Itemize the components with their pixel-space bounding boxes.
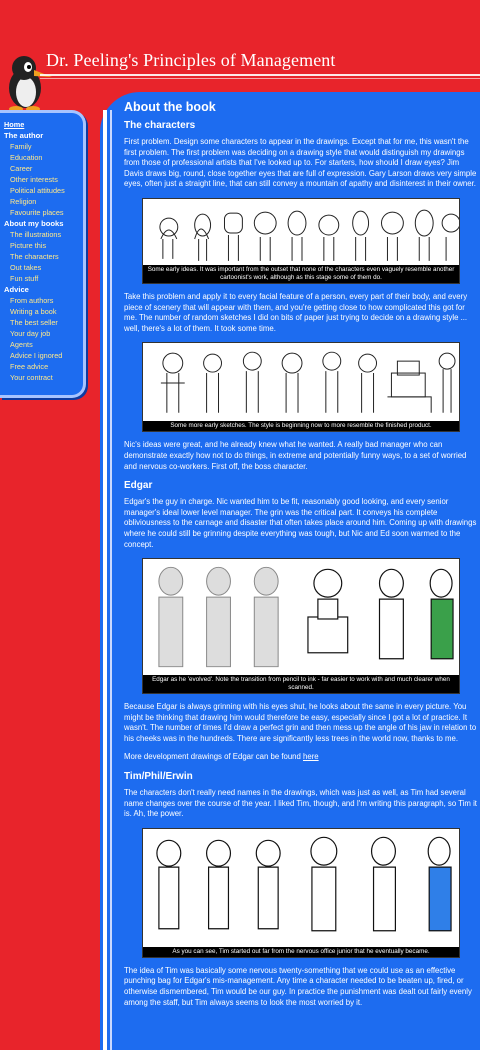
paragraph: Take this problem and apply it to every … bbox=[124, 291, 468, 333]
sidebar-item-education[interactable]: Education bbox=[4, 152, 83, 163]
sidebar-item-career[interactable]: Career bbox=[4, 163, 83, 174]
sidebar-item-fun-stuff[interactable]: Fun stuff bbox=[4, 273, 83, 284]
sidebar-item-other-interests[interactable]: Other interests bbox=[4, 174, 83, 185]
figure-edgar-evolved: Edgar as he 'evolved'. Note the transiti… bbox=[142, 558, 460, 695]
sidebar-item-religion[interactable]: Religion bbox=[4, 196, 83, 207]
paragraph: The characters don't really need names i… bbox=[124, 788, 477, 819]
sidebar-section-advice[interactable]: Advice bbox=[4, 284, 83, 295]
sidebar-item-your-contract[interactable]: Your contract bbox=[4, 372, 83, 383]
page-title: About the book bbox=[124, 100, 216, 114]
section-heading-tim: Tim/Phil/Erwin bbox=[124, 771, 193, 783]
site-title: Dr. Peeling's Principles of Management bbox=[46, 50, 336, 70]
figure-more-sketches: Some more early sketches. The style is b… bbox=[142, 342, 460, 433]
figure-early-ideas: Some early ideas. It was important from … bbox=[142, 197, 460, 284]
sidebar-item-the-illustrations[interactable]: The illustrations bbox=[4, 229, 83, 240]
sidebar-item-the-best-seller[interactable]: The best seller bbox=[4, 317, 83, 328]
sidebar-item-home[interactable]: Home bbox=[4, 119, 83, 130]
header-divider-secondary bbox=[40, 78, 480, 79]
paragraph: First problem. Design some characters to… bbox=[124, 137, 477, 189]
sidebar-item-from-authors[interactable]: From authors bbox=[4, 295, 83, 306]
sidebar-item-favourite-places[interactable]: Favourite places bbox=[4, 207, 83, 218]
paragraph: Edgar's the guy in charge. Nic wanted hi… bbox=[124, 497, 477, 549]
header-divider bbox=[40, 74, 480, 76]
paragraph-link-line: More development drawings of Edgar can b… bbox=[124, 752, 478, 763]
sidebar-nav: Home The author Family Education Career Other… bbox=[0, 110, 86, 398]
sidebar-item-out-takes[interactable]: Out takes bbox=[4, 262, 83, 273]
sidebar-item-agents[interactable]: Agents bbox=[4, 339, 83, 350]
sidebar-item-writing-a-book[interactable]: Writing a book bbox=[4, 306, 83, 317]
section-heading-edgar: Edgar bbox=[124, 480, 153, 492]
panel-stripe bbox=[103, 110, 107, 1050]
sidebar-section-the-author[interactable]: The author bbox=[4, 130, 83, 141]
edgar-drawings-image bbox=[143, 559, 459, 676]
sidebar-item-family[interactable]: Family bbox=[4, 141, 83, 152]
paragraph: Nic's ideas were great, and he already k… bbox=[124, 440, 467, 471]
sidebar-item-free-advice[interactable]: Free advice bbox=[4, 361, 83, 372]
sidebar-item-picture-this[interactable]: Picture this bbox=[4, 240, 83, 251]
sidebar-item-the-characters[interactable]: The characters bbox=[4, 251, 83, 262]
figure-caption: As you can see, Tim started out far from… bbox=[143, 946, 459, 957]
tim-drawings-image bbox=[143, 828, 459, 947]
nav-list: Home The author Family Education Career Other… bbox=[0, 113, 83, 383]
section-heading-characters: The characters bbox=[124, 120, 196, 131]
paragraph: Because Edgar is always grinning with hi… bbox=[124, 702, 477, 743]
panel-stripe-inner bbox=[110, 110, 112, 1050]
paragraph-text: More development drawings of Edgar can b… bbox=[124, 752, 304, 762]
figure-caption: Edgar as he 'evolved'. Note the transiti… bbox=[143, 675, 459, 694]
sidebar-item-your-day-job[interactable]: Your day job bbox=[4, 328, 83, 339]
paragraph: The idea of Tim was basically some nervo… bbox=[124, 965, 472, 1007]
sketch-image bbox=[143, 198, 459, 265]
sidebar-section-about-my-books[interactable]: About my books bbox=[4, 218, 83, 229]
more-edgar-link[interactable]: here bbox=[303, 752, 319, 761]
sidebar-item-political-attitudes[interactable]: Political attitudes bbox=[4, 185, 83, 196]
figure-caption: Some more early sketches. The style is b… bbox=[143, 421, 459, 432]
figure-tim-evolved: As you can see, Tim started out far from… bbox=[142, 827, 460, 958]
sketch-image bbox=[143, 343, 459, 422]
main-content: About the book The characters First prob… bbox=[124, 100, 478, 1016]
sidebar-item-advice-i-ignored[interactable]: Advice I ignored bbox=[4, 350, 83, 361]
figure-caption: Some early ideas. It was important from … bbox=[143, 264, 459, 283]
